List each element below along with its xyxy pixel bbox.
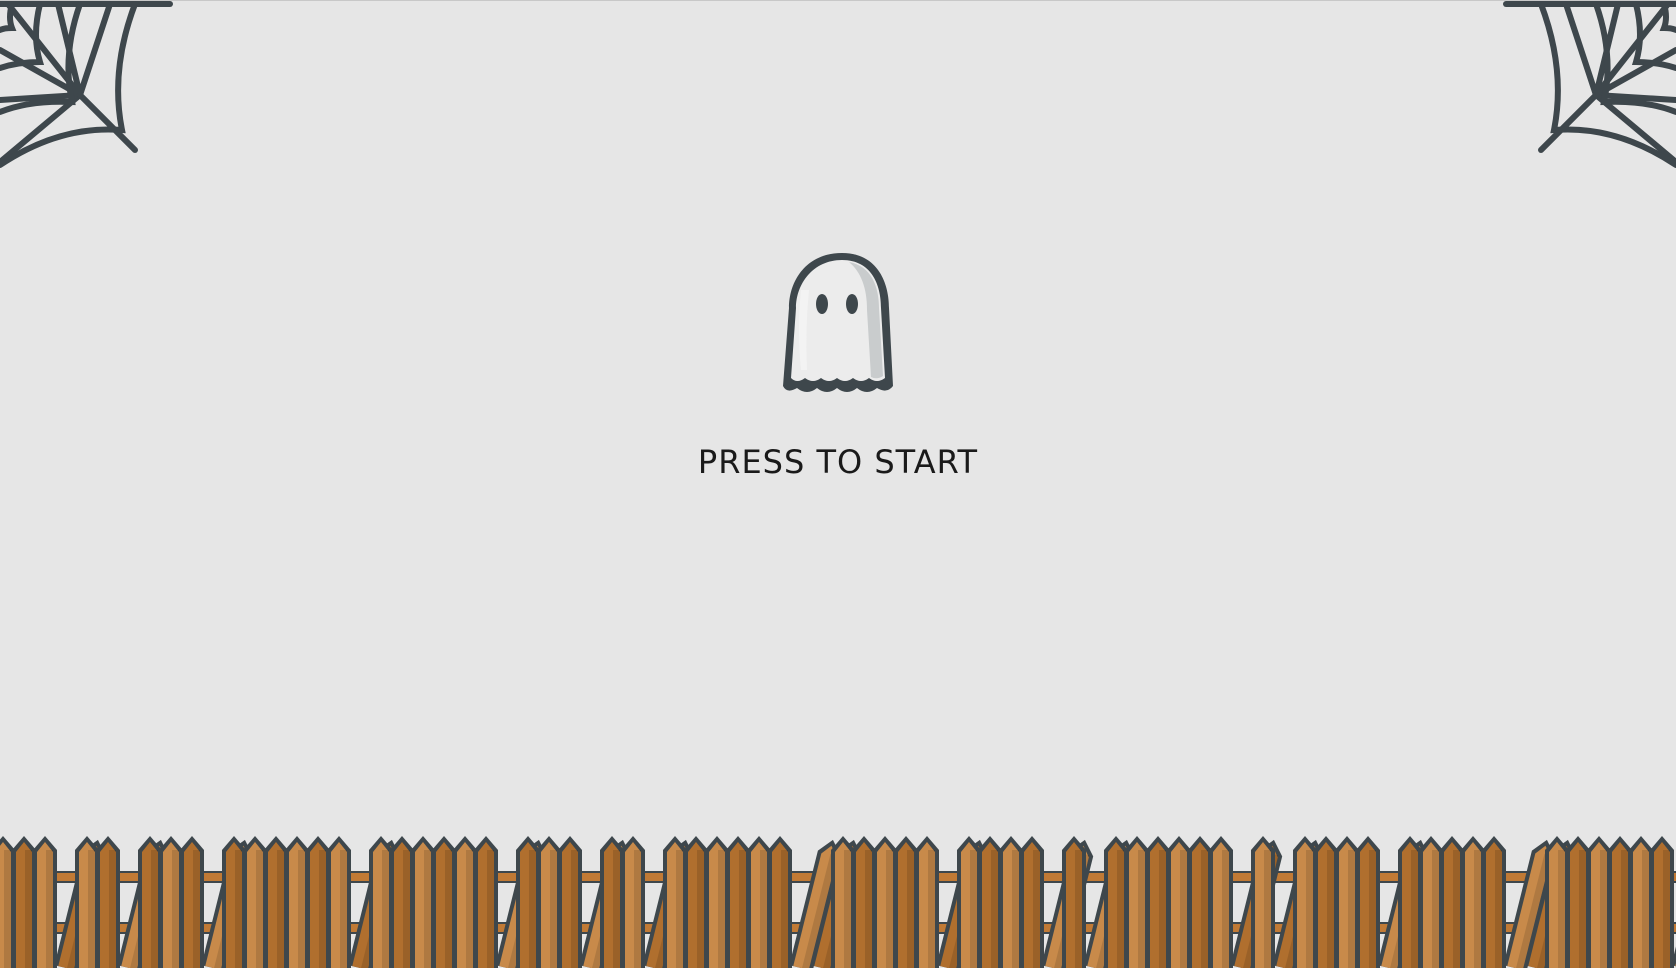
fence-picket	[12, 836, 36, 968]
fence-picket	[1440, 836, 1464, 968]
fence-picket	[621, 836, 645, 968]
fence-picket	[957, 836, 981, 968]
picket-fence	[0, 836, 1676, 968]
fence-picket	[768, 836, 792, 968]
fence-picket	[1566, 836, 1590, 968]
fence-picket	[432, 836, 456, 968]
fence-picket	[1398, 836, 1422, 968]
ghost-icon[interactable]	[779, 250, 905, 396]
fence-picket	[1188, 836, 1212, 968]
fence-picket	[1062, 836, 1086, 968]
fence-picket	[390, 836, 414, 968]
fence-picket	[1125, 836, 1149, 968]
fence-picket	[747, 836, 771, 968]
fence-picket	[1293, 836, 1317, 968]
fence-picket	[180, 836, 204, 968]
fence-picket	[33, 836, 57, 968]
fence-picket	[1461, 836, 1485, 968]
fence-picket	[138, 836, 162, 968]
fence-picket	[243, 836, 267, 968]
fence-picket	[264, 836, 288, 968]
fence-picket	[327, 836, 351, 968]
fence-picket	[1167, 836, 1191, 968]
start-prompt[interactable]: PRESS TO START	[0, 443, 1676, 481]
top-border	[0, 0, 1676, 1]
fence-picket	[411, 836, 435, 968]
fence-picket	[705, 836, 729, 968]
fence-picket	[1482, 836, 1506, 968]
fence-picket	[873, 836, 897, 968]
fence-picket	[1314, 836, 1338, 968]
fence-picket	[1146, 836, 1170, 968]
fence-picket	[1251, 836, 1275, 968]
fence-picket	[684, 836, 708, 968]
game-screen[interactable]: PRESS TO START	[0, 0, 1676, 968]
fence-picket	[1209, 836, 1233, 968]
fence-picket	[894, 836, 918, 968]
fence-picket	[831, 836, 855, 968]
fence-picket	[1629, 836, 1653, 968]
fence-picket	[159, 836, 183, 968]
fence-picket	[306, 836, 330, 968]
fence-picket	[1020, 836, 1044, 968]
fence-picket	[222, 836, 246, 968]
fence-picket	[75, 836, 99, 968]
fence-picket	[915, 836, 939, 968]
fence-picket	[1356, 836, 1380, 968]
fence-picket	[600, 836, 624, 968]
fence-picket	[369, 836, 393, 968]
fence-picket	[1545, 836, 1569, 968]
fence-picket	[663, 836, 687, 968]
fence-picket	[999, 836, 1023, 968]
fence-picket	[1419, 836, 1443, 968]
fence-picket	[1608, 836, 1632, 968]
fence-picket	[1104, 836, 1128, 968]
fence-picket	[1335, 836, 1359, 968]
fence-picket	[474, 836, 498, 968]
fence-picket	[285, 836, 309, 968]
fence-picket	[558, 836, 582, 968]
fence-picket	[1587, 836, 1611, 968]
fence-picket	[453, 836, 477, 968]
fence-picket	[978, 836, 1002, 968]
fence-picket	[516, 836, 540, 968]
fence-picket	[726, 836, 750, 968]
fence-picket	[537, 836, 561, 968]
spider-web-icon	[0, 1, 173, 168]
spider-web-icon	[1503, 1, 1676, 168]
fence-picket	[852, 836, 876, 968]
fence-picket	[1650, 836, 1674, 968]
fence-picket	[96, 836, 120, 968]
